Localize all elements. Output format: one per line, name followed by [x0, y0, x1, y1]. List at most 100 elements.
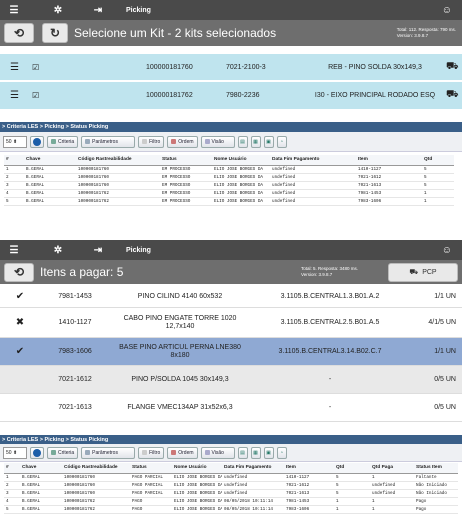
criteria-button[interactable]: Criteria [47, 135, 79, 148]
ordem-button[interactable]: Ordem [167, 446, 198, 459]
table-cell: 5 [4, 197, 24, 206]
export-grid-icon[interactable]: ▦ [250, 446, 261, 459]
column-header[interactable]: Item [356, 155, 422, 166]
table-cell: undefined [270, 197, 356, 206]
menu-list-icon[interactable]: ☰ [8, 5, 20, 16]
table-cell: 100000181762 [76, 189, 160, 198]
kit-desc: REB - PINO SOLDA 30x149,3 [328, 63, 422, 71]
table-cell: ELIO JOSE BORGES DA [212, 189, 270, 198]
table-cell: 1 [422, 197, 454, 206]
kit-row[interactable]: ☰ ☑ 100000181760 7021-2100-3 REB - PINO … [0, 54, 462, 82]
column-header[interactable]: Status [160, 155, 212, 166]
page-size-select[interactable]: 50 ⬍ [3, 135, 27, 148]
table-row[interactable]: 5 B.GERAL 100000181762 PAGO ELIO JOSE BORGES… [4, 505, 458, 514]
table-cell: 1 [422, 189, 454, 198]
table-cell: 4 [4, 497, 20, 506]
chart-icon[interactable]: ◔ [276, 135, 287, 148]
filtro-button[interactable]: Filtro [138, 446, 165, 459]
column-header[interactable]: Item [284, 463, 334, 474]
run-button[interactable] [30, 135, 44, 148]
user-avatar-icon[interactable]: ☺ [442, 5, 452, 16]
table-cell: 5 [422, 165, 454, 174]
column-header[interactable]: Status Item [414, 463, 458, 474]
logout-icon[interactable]: ⇥ [92, 245, 104, 256]
list-item[interactable]: ✖ 1410-1127 CABO PINO ENGATE TORRE 1020 12… [0, 308, 462, 338]
table-cell: EM PROCESSO [160, 181, 212, 190]
back-button[interactable]: ⟲ [4, 23, 34, 43]
column-header[interactable]: Chave [24, 155, 76, 166]
column-header[interactable]: Chave [20, 463, 62, 474]
column-header[interactable]: Qtd [422, 155, 454, 166]
table-cell: undefined [222, 481, 284, 490]
table-row[interactable]: 4 B.GERAL 100000181762 EM PROCESSO ELIO JOSE… [4, 189, 454, 198]
settings-gear-icon[interactable]: ✲ [52, 245, 64, 256]
column-header[interactable]: Nome Usuário [172, 463, 222, 474]
visao-button[interactable]: Visão [200, 446, 235, 459]
kit-row[interactable]: ☰ ☑ 100000181762 7980-2236 I30 - EIXO PR… [0, 82, 462, 110]
column-header[interactable]: Qtd Paga [370, 463, 414, 474]
export-excel-icon[interactable]: ▤ [237, 446, 248, 459]
item-desc: PINO P/SOLDA 1045 30x149,3 [131, 375, 229, 383]
refresh-button[interactable]: ↻ [42, 23, 68, 43]
settings-gear-icon[interactable]: ✲ [52, 5, 64, 16]
table-cell: 5 [4, 505, 20, 514]
table-cell: ELIO JOSE BORGES DA [172, 481, 222, 490]
list-item[interactable]: 7021-1613 FLANGE VMEC134AP 31x52x6,3 - 0/5 … [0, 394, 462, 422]
table-row[interactable]: 2 B.GERAL 100000181760 PAGO PARCIAL ELIO JOS… [4, 481, 458, 490]
cart-icon[interactable]: ⛟ [446, 61, 459, 74]
chart-icon[interactable]: ◔ [276, 446, 287, 459]
parametros-button[interactable]: Parâmetros [81, 446, 136, 459]
table-cell: B.GERAL [20, 497, 62, 506]
list-item[interactable]: ✔ 7983-1606 BASE PINO ARTICUL PERNA LNE380… [0, 338, 462, 366]
table-row[interactable]: 3 B.GERAL 100000181760 PAGO PARCIAL ELIO JOS… [4, 489, 458, 498]
table-row[interactable]: 1 B.GERAL 100000181760 EM PROCESSO ELIO JOSE… [4, 165, 454, 174]
status-info: Total: 5. Resposta: 3480 ms. Version: 3.… [301, 266, 358, 278]
table-cell: ELIO JOSE BORGES DA [212, 173, 270, 182]
pcp-button[interactable]: ⛟ PCP [388, 262, 458, 282]
item-code: 7021-1613 [58, 404, 92, 411]
column-header[interactable]: Data Fim Pagamento [270, 155, 356, 166]
parametros-button[interactable]: Parâmetros [81, 135, 136, 148]
column-header[interactable]: # [4, 463, 20, 474]
table-row[interactable]: 3 B.GERAL 100000181760 EM PROCESSO ELIO JOSE… [4, 181, 454, 190]
list-item[interactable]: ✔ 7981-1453 PINO CILIND 4140 60x532 3.1105.… [0, 286, 462, 308]
table-row[interactable]: 2 B.GERAL 100000181760 EM PROCESSO ELIO JOSE… [4, 173, 454, 182]
table-cell: 100000181760 [76, 173, 160, 182]
column-header[interactable]: Nome Usuário [212, 155, 270, 166]
column-header[interactable]: Status [130, 463, 172, 474]
grid2-table-wrap: # Chave Código Rastreabilidade Status Nome U… [0, 463, 462, 523]
list-item[interactable]: 7021-1612 PINO P/SOLDA 1045 30x149,3 - 0/5 … [0, 366, 462, 394]
column-header[interactable]: Código Rastreabilidade [62, 463, 130, 474]
table-row[interactable]: 4 B.GERAL 100000181762 PAGO ELIO JOSE BORGES… [4, 497, 458, 506]
checkbox-icon[interactable]: ☑ [32, 91, 42, 100]
table-cell: 100000181760 [62, 489, 130, 498]
cart-icon[interactable]: ⛟ [446, 89, 459, 102]
table-cell: PAGO PARCIAL [130, 473, 172, 482]
menu-list-icon[interactable]: ☰ [8, 245, 20, 256]
print-icon[interactable]: ▣ [263, 135, 274, 148]
column-header[interactable]: Data Fim Pagamento [222, 463, 284, 474]
back-button[interactable]: ⟲ [4, 262, 34, 282]
table-row[interactable]: 5 B.GERAL 100000181762 EM PROCESSO ELIO JOSE… [4, 197, 454, 206]
table-row[interactable]: 1 B.GERAL 100000181760 PAGO PARCIAL ELIO JOS… [4, 473, 458, 482]
visao-button[interactable]: Visão [200, 135, 235, 148]
run-button[interactable] [30, 446, 44, 459]
user-avatar-icon[interactable]: ☺ [442, 245, 452, 256]
column-header[interactable]: Código Rastreabilidade [76, 155, 160, 166]
column-header[interactable]: Qtd [334, 463, 370, 474]
status-info: Total: 112. Resposta: 790 ms. Version: 3… [397, 27, 456, 39]
checkbox-icon[interactable]: ☑ [32, 63, 42, 72]
filtro-button[interactable]: Filtro [138, 135, 165, 148]
column-header[interactable]: # [4, 155, 24, 166]
grid-toolbar-2: 50 ⬍ Criteria Parâmetros Filtro Ordem Vi… [0, 444, 462, 462]
ordem-button[interactable]: Ordem [167, 135, 198, 148]
page-size-select[interactable]: 50 ⬍ [3, 446, 27, 459]
table-cell: PAGO [130, 497, 172, 506]
export-excel-icon[interactable]: ▤ [237, 135, 248, 148]
logout-icon[interactable]: ⇥ [92, 5, 104, 16]
table-cell: undefined [270, 181, 356, 190]
export-grid-icon[interactable]: ▦ [250, 135, 261, 148]
cart-icon: ⛟ [409, 268, 419, 276]
print-icon[interactable]: ▣ [263, 446, 274, 459]
criteria-button[interactable]: Criteria [47, 446, 79, 459]
